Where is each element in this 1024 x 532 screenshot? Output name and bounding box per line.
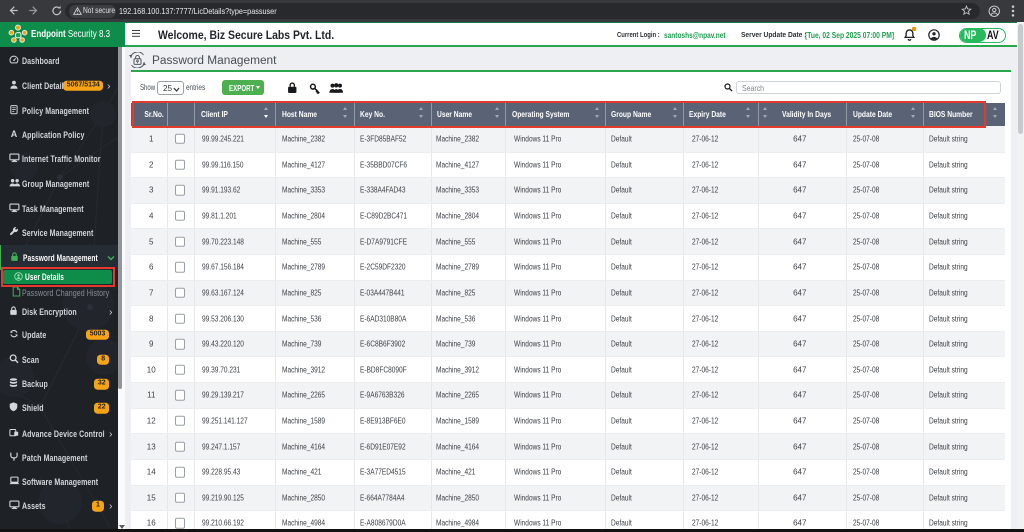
svg-text:A: A: [11, 129, 18, 139]
